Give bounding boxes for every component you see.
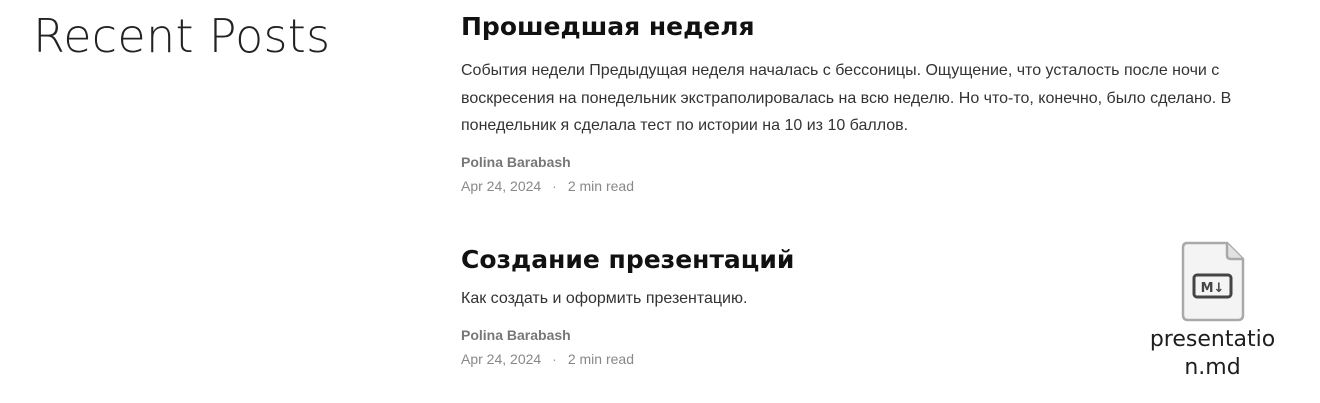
post-excerpt: События недели Предыдущая неделя началас… <box>461 62 1232 134</box>
meta-separator: · <box>552 177 557 194</box>
markdown-badge: M↓ <box>1200 281 1224 296</box>
post-read-time: 2 min read <box>567 350 634 367</box>
markdown-file-icon: M↓ <box>1181 241 1244 322</box>
section-title: Recent Posts <box>33 9 331 63</box>
post-author[interactable]: Polina Barabash <box>461 153 1291 171</box>
desktop-file-item[interactable]: M↓ presentation.md <box>1140 240 1285 382</box>
file-name-label: presentation.md <box>1149 327 1276 380</box>
post-meta: Apr 24, 2024 · 2 min read <box>461 177 1291 195</box>
meta-separator: · <box>552 350 557 367</box>
post-title[interactable]: Прошедшая неделя <box>461 10 1291 44</box>
post-date: Apr 24, 2024 <box>461 350 542 367</box>
post-date: Apr 24, 2024 <box>461 177 542 194</box>
post-card[interactable]: Прошедшая неделя События недели Предыдущ… <box>461 10 1291 195</box>
post-read-time: 2 min read <box>567 177 634 194</box>
